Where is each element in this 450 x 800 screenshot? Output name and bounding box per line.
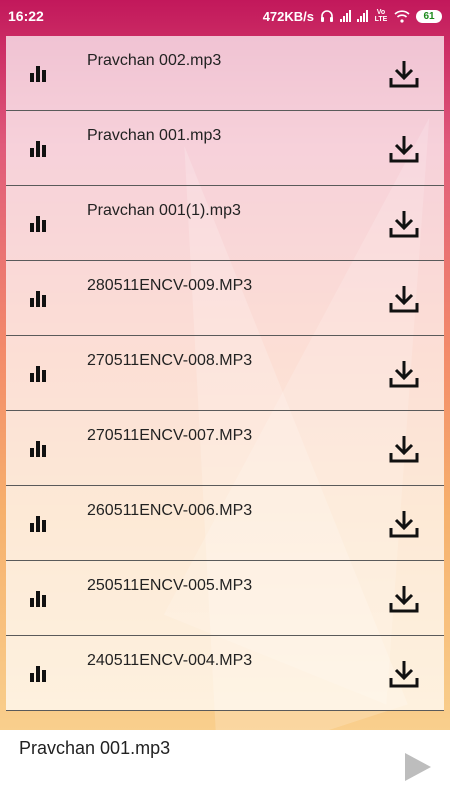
download-icon[interactable] (388, 208, 420, 240)
file-row[interactable]: 250511ENCV-005.MP3 (6, 561, 444, 636)
file-name: 280511ENCV-009.MP3 (87, 277, 253, 294)
equalizer-bars-icon (30, 214, 50, 232)
file-name: Pravchan 002.mp3 (87, 52, 222, 69)
status-icons: 472KB/s Vo LTE 61 (263, 9, 442, 24)
download-icon[interactable] (388, 133, 420, 165)
equalizer-bars-icon (30, 64, 50, 82)
download-icon[interactable] (388, 58, 420, 90)
signal-icon (340, 10, 351, 22)
file-name: 270511ENCV-008.MP3 (87, 352, 253, 369)
file-name: 270511ENCV-007.MP3 (87, 427, 253, 444)
equalizer-bars-icon (30, 289, 50, 307)
play-icon[interactable] (401, 750, 433, 784)
file-row[interactable]: 260511ENCV-006.MP3 (6, 486, 444, 561)
file-row[interactable]: Pravchan 002.mp3 (6, 36, 444, 111)
equalizer-bars-icon (30, 364, 50, 382)
file-row[interactable]: Pravchan 001(1).mp3 (6, 186, 444, 261)
equalizer-bars-icon (30, 589, 50, 607)
equalizer-bars-icon (30, 139, 50, 157)
headphones-icon (321, 10, 333, 22)
file-name: Pravchan 001.mp3 (87, 127, 222, 144)
now-playing-title: Pravchan 001.mp3 (19, 738, 171, 758)
file-row[interactable]: 270511ENCV-007.MP3 (6, 411, 444, 486)
download-icon[interactable] (388, 358, 420, 390)
status-bar: 16:22 472KB/s Vo LTE 61 (0, 0, 450, 32)
download-icon[interactable] (388, 283, 420, 315)
signal-icon (357, 10, 368, 22)
wifi-icon (394, 9, 410, 23)
file-name: 240511ENCV-004.MP3 (87, 652, 253, 669)
file-name: Pravchan 001(1).mp3 (87, 202, 241, 219)
download-icon[interactable] (388, 508, 420, 540)
file-list: Pravchan 002.mp3 Pravchan 001.mp3 Pravchan… (6, 36, 444, 712)
download-icon[interactable] (388, 583, 420, 615)
battery-icon: 61 (416, 9, 442, 23)
file-name: 250511ENCV-005.MP3 (87, 577, 253, 594)
download-icon[interactable] (388, 658, 420, 690)
mini-player[interactable]: Pravchan 001.mp3 (0, 730, 450, 800)
file-row[interactable]: Pravchan 001.mp3 (6, 111, 444, 186)
equalizer-bars-icon (30, 439, 50, 457)
file-row[interactable]: 240511ENCV-004.MP3 (6, 636, 444, 711)
equalizer-bars-icon (30, 514, 50, 532)
file-row[interactable]: 270511ENCV-008.MP3 (6, 336, 444, 411)
network-speed: 472KB/s (262, 8, 314, 24)
volte-label: Vo LTE (374, 9, 388, 23)
download-icon[interactable] (388, 433, 420, 465)
equalizer-bars-icon (30, 664, 50, 682)
status-time: 16:22 (8, 8, 44, 24)
file-row[interactable]: 280511ENCV-009.MP3 (6, 261, 444, 336)
file-name: 260511ENCV-006.MP3 (87, 502, 253, 519)
